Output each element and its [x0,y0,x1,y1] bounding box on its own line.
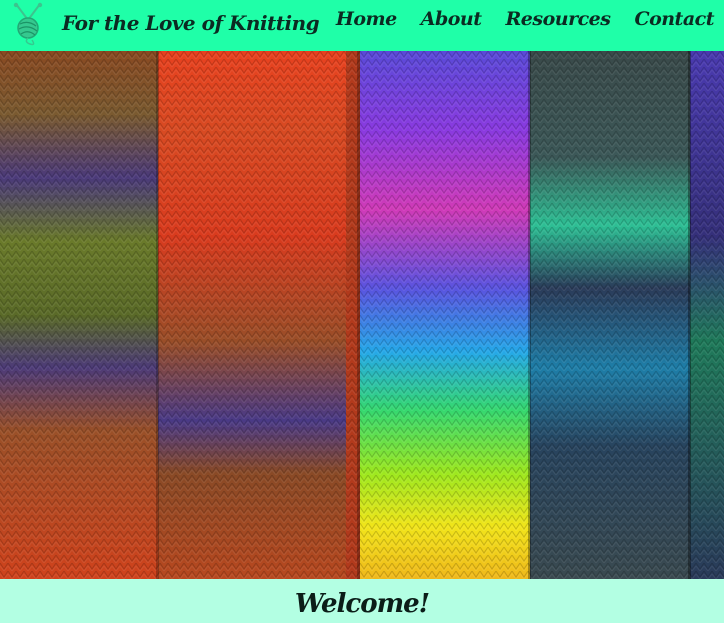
nav-link-about[interactable]: About [421,8,482,30]
hero-image [0,51,724,579]
nav-link-home[interactable]: Home [336,8,397,30]
welcome-section: Welcome! [0,579,724,623]
main-nav: Home About Resources Contact [336,8,715,30]
nav-link-contact[interactable]: Contact [634,8,714,30]
nav-link-resources[interactable]: Resources [506,8,611,30]
site-title[interactable]: For the Love of Knitting [62,11,320,35]
welcome-heading: Welcome! [294,589,430,619]
site-header: For the Love of Knitting Home About Reso… [0,0,724,51]
yarn-ball-logo-icon[interactable] [10,2,46,46]
knitted-scarves-image [0,51,724,579]
